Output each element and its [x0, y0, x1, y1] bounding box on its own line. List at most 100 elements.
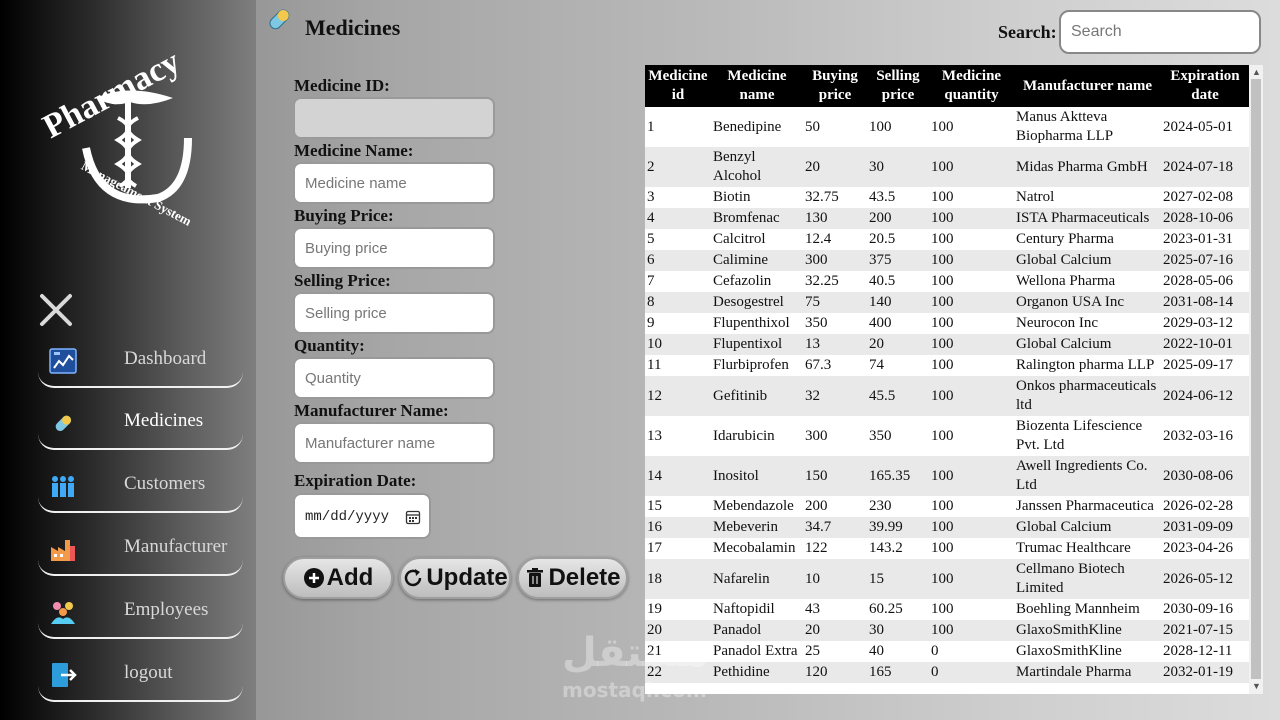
manufacturer-name-field[interactable] — [293, 422, 495, 464]
sidebar-item-medicines[interactable]: Medicines — [38, 400, 243, 450]
table-cell: Bromfenac — [711, 208, 803, 229]
column-header: Medicine name — [711, 65, 803, 107]
table-cell: 350 — [805, 315, 828, 331]
table-row[interactable]: 2 Benzyl Alcohol 20 30 100 Midas Pharma GmbH 2… — [645, 147, 1249, 187]
calendar-icon[interactable] — [405, 509, 421, 525]
table-row[interactable]: 9 Flupenthixol 350 400 100 Neurocon Inc 2029-0… — [645, 313, 1249, 334]
table-cell: 32.25 — [805, 273, 839, 289]
table-row[interactable]: 10 Flupentixol 13 20 100 Global Calcium 2022-1… — [645, 334, 1249, 355]
table-row[interactable]: 5 Calcitrol 12.4 20.5 100 Century Pharma 2023-… — [645, 229, 1249, 250]
table-cell: 9 — [647, 315, 655, 331]
sidebar-item-customers[interactable]: Customers — [38, 463, 243, 513]
table-row[interactable]: 6 Calimine 300 375 100 Global Calcium 2025-07-… — [645, 250, 1249, 271]
expiration-date-field[interactable]: mm/dd/yyyy — [293, 493, 431, 539]
table-cell: 13 — [647, 427, 662, 444]
table-row[interactable]: 3 Biotin 32.75 43.5 100 Natrol 2027-02-08 — [645, 187, 1249, 208]
table-row[interactable]: 11 Flurbiprofen 67.3 74 100 Ralington pharma … — [645, 355, 1249, 376]
table-cell: Benedipine — [713, 118, 782, 135]
table-cell: 375 — [867, 250, 929, 271]
sidebar-item-dashboard[interactable]: Dashboard — [38, 338, 243, 388]
add-button[interactable]: Add — [283, 557, 393, 599]
column-header: Selling price — [867, 65, 929, 107]
scroll-up-icon[interactable]: ▲ — [1252, 67, 1261, 77]
table-cell: Neurocon Inc — [1016, 315, 1099, 331]
selling-price-label: Selling Price: — [294, 271, 391, 290]
column-header: Expiration date — [1161, 65, 1249, 107]
table-cell: Biozenta Lifescience Pvt. Ltd — [1016, 418, 1143, 453]
table-row[interactable]: 12 Gefitinib 32 45.5 100 Onkos pharmaceutical… — [645, 376, 1249, 416]
table-body: 1 Benedipine 50 100 100 Manus Aktteva Biophar… — [645, 107, 1249, 683]
selling-price-field[interactable] — [293, 292, 495, 334]
table-row[interactable]: 18 Nafarelin 10 15 100 Cellmano Biotech Limit… — [645, 559, 1249, 599]
table-cell: 75 — [803, 292, 867, 313]
table-cell: 45.5 — [867, 376, 929, 416]
table-row[interactable]: 14 Inositol 150 165.35 100 Awell Ingredients … — [645, 456, 1249, 496]
table-row[interactable]: 13 Idarubicin 300 350 100 Biozenta Lifescienc… — [645, 416, 1249, 456]
table-cell: Benzyl Alcohol — [711, 147, 803, 187]
table-row[interactable]: 15 Mebendazole 200 230 100 Janssen Pharmaceut… — [645, 496, 1249, 517]
table-row[interactable]: 20 Panadol 20 30 100 GlaxoSmithKline 2021-07-1… — [645, 620, 1249, 641]
sidebar-item-label: logout — [124, 662, 173, 683]
table-row[interactable]: 4 Bromfenac 130 200 100 ISTA Pharmaceuticals 2… — [645, 208, 1249, 229]
table-cell: Pethidine — [711, 662, 803, 683]
table-cell: Global Calcium — [1014, 250, 1161, 271]
scroll-down-icon[interactable]: ▼ — [1252, 681, 1261, 691]
delete-button[interactable]: Delete — [517, 557, 628, 599]
table-cell: 20.5 — [869, 231, 896, 247]
table-cell: Global Calcium — [1014, 334, 1161, 355]
table-cell: 30 — [867, 620, 929, 641]
update-button-label: Update — [426, 564, 508, 591]
table-row[interactable]: 21 Panadol Extra 25 40 0 GlaxoSmithKline 2028-… — [645, 641, 1249, 662]
table-cell: 30 — [867, 147, 929, 187]
table-cell: Cellmano Biotech Limited — [1014, 559, 1161, 599]
dashboard-icon — [49, 348, 77, 374]
table-row[interactable]: 16 Mebeverin 34.7 39.99 100 Global Calcium 203… — [645, 517, 1249, 538]
medicine-name-field[interactable] — [293, 162, 495, 204]
table-cell: 2022-10-01 — [1161, 334, 1249, 355]
table-row[interactable]: 7 Cefazolin 32.25 40.5 100 Wellona Pharma 2028… — [645, 271, 1249, 292]
update-button[interactable]: Update — [399, 557, 511, 599]
table-row[interactable]: 17 Mecobalamin 122 143.2 100 Trumac Healthcar… — [645, 538, 1249, 559]
table-cell: Cefazolin — [713, 273, 772, 289]
sidebar-item-logout[interactable]: logout — [38, 652, 243, 702]
table-row[interactable]: 22 Pethidine 120 165 0 Martindale Pharma 2032-… — [645, 662, 1249, 683]
table-cell: 2028-12-11 — [1163, 643, 1233, 659]
buying-price-field[interactable] — [293, 227, 495, 269]
sidebar-item-label: Manufacturer — [124, 536, 228, 557]
table-cell: Martindale Pharma — [1014, 662, 1161, 683]
table-cell: Janssen Pharmaceutica — [1016, 498, 1154, 514]
quantity-field[interactable] — [293, 357, 495, 399]
table-cell: 100 — [931, 315, 954, 331]
table-cell: Flupenthixol — [713, 315, 790, 331]
svg-text:Manageament System: Manageament System — [79, 158, 194, 228]
table-cell: 2031-09-09 — [1161, 517, 1249, 538]
sidebar-item-employees[interactable]: Employees — [38, 589, 243, 639]
table-cell: 2032-03-16 — [1163, 427, 1233, 444]
table-cell: 6 — [645, 250, 711, 271]
scrollbar-thumb[interactable] — [1251, 79, 1261, 679]
table-row[interactable]: 1 Benedipine 50 100 100 Manus Aktteva Biophar… — [645, 107, 1249, 147]
table-cell: Organon USA Inc — [1014, 292, 1161, 313]
medicines-table[interactable]: Medicine id Medicine name Buying price Sell… — [645, 65, 1263, 694]
table-row[interactable]: 8 Desogestrel 75 140 100 Organon USA Inc 2031-… — [645, 292, 1249, 313]
table-cell: Mebeverin — [711, 517, 803, 538]
buying-price-label: Buying Price: — [294, 206, 394, 225]
table-cell: Trumac Healthcare — [1016, 540, 1131, 556]
table-cell: 2026-02-28 — [1163, 498, 1233, 514]
table-cell: 100 — [931, 540, 954, 556]
table-cell: 15 — [867, 559, 929, 599]
table-cell: 100 — [929, 147, 1014, 187]
table-cell: 20 — [803, 620, 867, 641]
table-row[interactable]: 19 Naftopidil 43 60.25 100 Boehling Mannheim 2… — [645, 599, 1249, 620]
medicine-id-field — [293, 97, 495, 139]
table-cell: 0 — [929, 662, 1014, 683]
sidebar-item-manufacturer[interactable]: Manufacturer — [38, 526, 243, 576]
table-cell: 60.25 — [869, 601, 903, 617]
table-cell: 100 — [929, 250, 1014, 271]
table-scrollbar[interactable]: ▲ ▼ — [1249, 65, 1263, 694]
close-icon[interactable] — [36, 290, 76, 330]
table-cell: 16 — [645, 517, 711, 538]
search-input[interactable] — [1059, 10, 1261, 54]
table-cell: 165.35 — [867, 456, 929, 496]
table-cell: 2031-08-14 — [1161, 292, 1249, 313]
